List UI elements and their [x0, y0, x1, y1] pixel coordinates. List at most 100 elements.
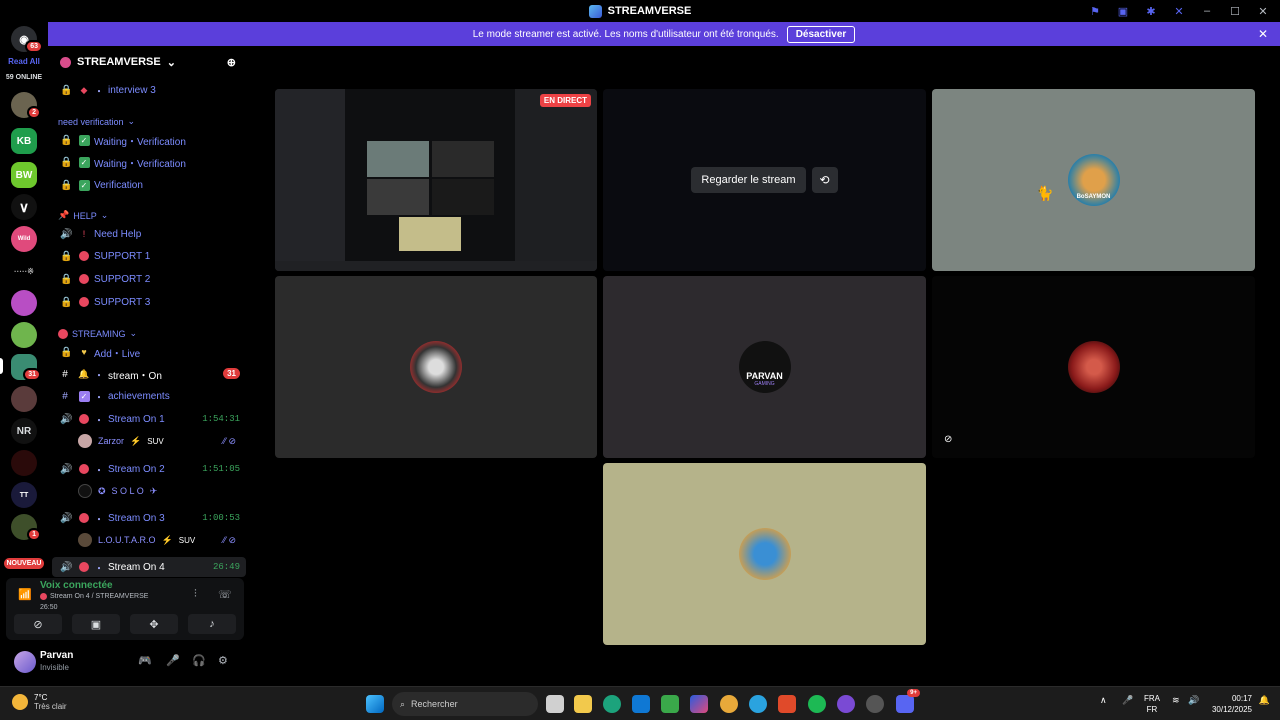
voice-user[interactable]: Zarzor ⚡ SUV [78, 432, 164, 450]
server-bw[interactable]: BW [11, 162, 37, 188]
server-dots[interactable]: ·····※ [11, 258, 37, 284]
watch-stream-button[interactable]: Regarder le stream [691, 167, 806, 193]
app-name: STREAMVERSE [607, 5, 692, 17]
bug-icon[interactable]: ✱ [1144, 4, 1158, 18]
channel-support-3[interactable]: 🔒 SUPPORT 3 [48, 292, 250, 312]
category-streaming[interactable]: STREAMING ⌄ [58, 328, 137, 339]
file-explorer-icon[interactable] [574, 695, 592, 713]
dm-badge: 63 [25, 40, 43, 53]
username: Zarzor [98, 436, 125, 446]
app-circle-icon[interactable] [837, 695, 855, 713]
voice-channel-label: Stream On 4 / STREAMVERSE [50, 593, 149, 600]
bell-icon: 🔔 [78, 368, 90, 379]
soundboard-button[interactable]: ♪ [188, 614, 236, 634]
headphones-icon[interactable]: 🎧 [192, 654, 206, 667]
server-3[interactable] [11, 322, 37, 348]
telegram-icon[interactable] [749, 695, 767, 713]
channel-support-1[interactable]: 🔒 SUPPORT 1 [48, 246, 250, 266]
gamepad-icon[interactable]: 🎮 [138, 654, 152, 667]
server-4[interactable] [11, 386, 37, 412]
weather-widget[interactable]: 7°C Très clair [12, 693, 67, 711]
disable-button[interactable]: Désactiver [786, 25, 856, 43]
server-wildcat[interactable]: Wild [11, 226, 37, 252]
server-2[interactable] [11, 290, 37, 316]
server-6[interactable]: TT [11, 482, 37, 508]
channel-achievements[interactable]: # ✓ ・ achievements [48, 386, 250, 406]
chrome-icon[interactable] [720, 695, 738, 713]
muted-icons: ⁄⁄ ⊘ [222, 535, 236, 545]
screen-share-icon[interactable]: ▣ [1116, 4, 1130, 18]
discord-taskbar-icon[interactable]: 9+ [896, 689, 920, 713]
brave-icon[interactable] [778, 695, 796, 713]
flag-icon[interactable]: ⚑ [1088, 4, 1102, 18]
voice-channel-stream-on-2[interactable]: 🔊 ・ Stream On 2 1:51:05 [48, 459, 250, 479]
channel-add-live[interactable]: 🔒 ♥ Add・Live [48, 342, 250, 362]
stream-tile-1[interactable]: EN DIRECT [275, 89, 597, 271]
category-help[interactable]: 📌 HELP ⌄ [58, 210, 108, 221]
server-streamverse[interactable]: 31 [11, 354, 41, 381]
participant-tile-3[interactable]: BoSAYMON 🐈 [932, 89, 1255, 271]
disconnect-icon[interactable]: ☏ [218, 588, 232, 601]
wifi-icon[interactable]: ≋ [1172, 695, 1180, 706]
spotify-icon[interactable] [808, 695, 826, 713]
voice-user[interactable]: L.O.U.T.A.R.O ⚡ SUV [78, 531, 195, 549]
search-box[interactable]: ⌕ Rechercher [392, 692, 538, 716]
outlook-icon[interactable] [632, 695, 650, 713]
start-button[interactable] [366, 695, 384, 713]
participant-tile-6[interactable]: ⊘ [932, 276, 1255, 458]
server-1[interactable]: 2 [11, 92, 41, 119]
edge-icon[interactable] [603, 695, 621, 713]
server-header[interactable]: STREAMVERSE ⌄ ⊕ [48, 46, 250, 78]
language-indicator[interactable]: FRA FR [1144, 693, 1160, 715]
voice-channel-info[interactable]: Stream On 4 / STREAMVERSE [40, 593, 148, 600]
minimize-button[interactable]: – [1200, 4, 1214, 18]
banner-close-icon[interactable]: ✕ [1258, 27, 1268, 41]
chevron-up-icon[interactable]: ∧ [1100, 695, 1107, 706]
task-view-icon[interactable] [546, 695, 564, 713]
category-need-verification[interactable]: need verification ⌄ [58, 116, 135, 127]
channel-waiting-2[interactable]: 🔒 ✓ Waiting・Verification [48, 152, 250, 172]
server-kb[interactable]: KB [11, 128, 37, 154]
time: 00:17 [1231, 694, 1252, 703]
microphone-tray-icon[interactable]: 🎤 [1122, 695, 1133, 706]
voice-channel-stream-on-4[interactable]: 🔊 ・ Stream On 4 26:49 [52, 557, 246, 577]
voice-user[interactable]: ✪ S O L O ✈ [78, 482, 157, 500]
volume-icon[interactable]: 🔊 [1188, 695, 1199, 706]
channel-support-2[interactable]: 🔒 SUPPORT 2 [48, 269, 250, 289]
channel-verification[interactable]: 🔒 ✓ Verification [48, 175, 250, 195]
participant-tile-5[interactable]: PARVAN GAMING [603, 276, 926, 458]
server-5[interactable] [11, 450, 37, 476]
channel-waiting-1[interactable]: 🔒 ✓ Waiting・Verification [48, 130, 250, 150]
server-nr[interactable]: NR [11, 418, 37, 444]
maximize-button[interactable]: ☐ [1228, 4, 1242, 18]
tools-icon[interactable]: ✕ [1172, 4, 1186, 18]
category-label: STREAMING [72, 328, 126, 339]
popout-icon[interactable]: ⟲ [811, 167, 838, 193]
clock[interactable]: 00:17 30/12/2025 [1212, 693, 1252, 715]
copilot-icon[interactable] [690, 695, 708, 713]
waveform-icon[interactable]: ⫶ [194, 588, 197, 601]
activities-button[interactable]: ✥ [130, 614, 178, 634]
app-icon[interactable] [661, 695, 679, 713]
direct-messages-button[interactable]: ◉ 63 [11, 26, 43, 53]
read-all-button[interactable]: Read All [0, 57, 48, 66]
close-button[interactable]: ✕ [1256, 4, 1270, 18]
app-gear-icon[interactable] [866, 695, 884, 713]
share-screen-button[interactable]: ▣ [72, 614, 120, 634]
channel-need-help[interactable]: 🔊 ! Need Help [48, 224, 250, 244]
voice-channel-stream-on-3[interactable]: 🔊 ・ Stream On 3 1:00:53 [48, 508, 250, 528]
voice-channel-stream-on-1[interactable]: 🔊 ・ Stream On 1 1:54:31 [48, 409, 250, 429]
settings-gear-icon[interactable]: ⚙ [218, 654, 228, 667]
camera-off-button[interactable]: ⊘ [14, 614, 62, 634]
avatar[interactable] [14, 651, 36, 673]
microphone-icon[interactable]: 🎤 [166, 654, 180, 667]
channel-stream-on[interactable]: # 🔔 ・ stream・On 31 [48, 364, 250, 384]
invite-icon[interactable]: ⊕ [227, 56, 236, 69]
channel-interview3[interactable]: 🔒 ◆ ・ interview 3 [48, 80, 250, 100]
notification-icon[interactable]: 🔔 [1259, 695, 1270, 706]
stream-tile-2[interactable]: Regarder le stream ⟲ [603, 89, 926, 271]
server-v[interactable]: ∨ [11, 194, 37, 220]
participant-tile-4[interactable] [275, 276, 597, 458]
server-7[interactable]: 1 [11, 514, 41, 541]
participant-tile-7[interactable] [603, 463, 926, 645]
